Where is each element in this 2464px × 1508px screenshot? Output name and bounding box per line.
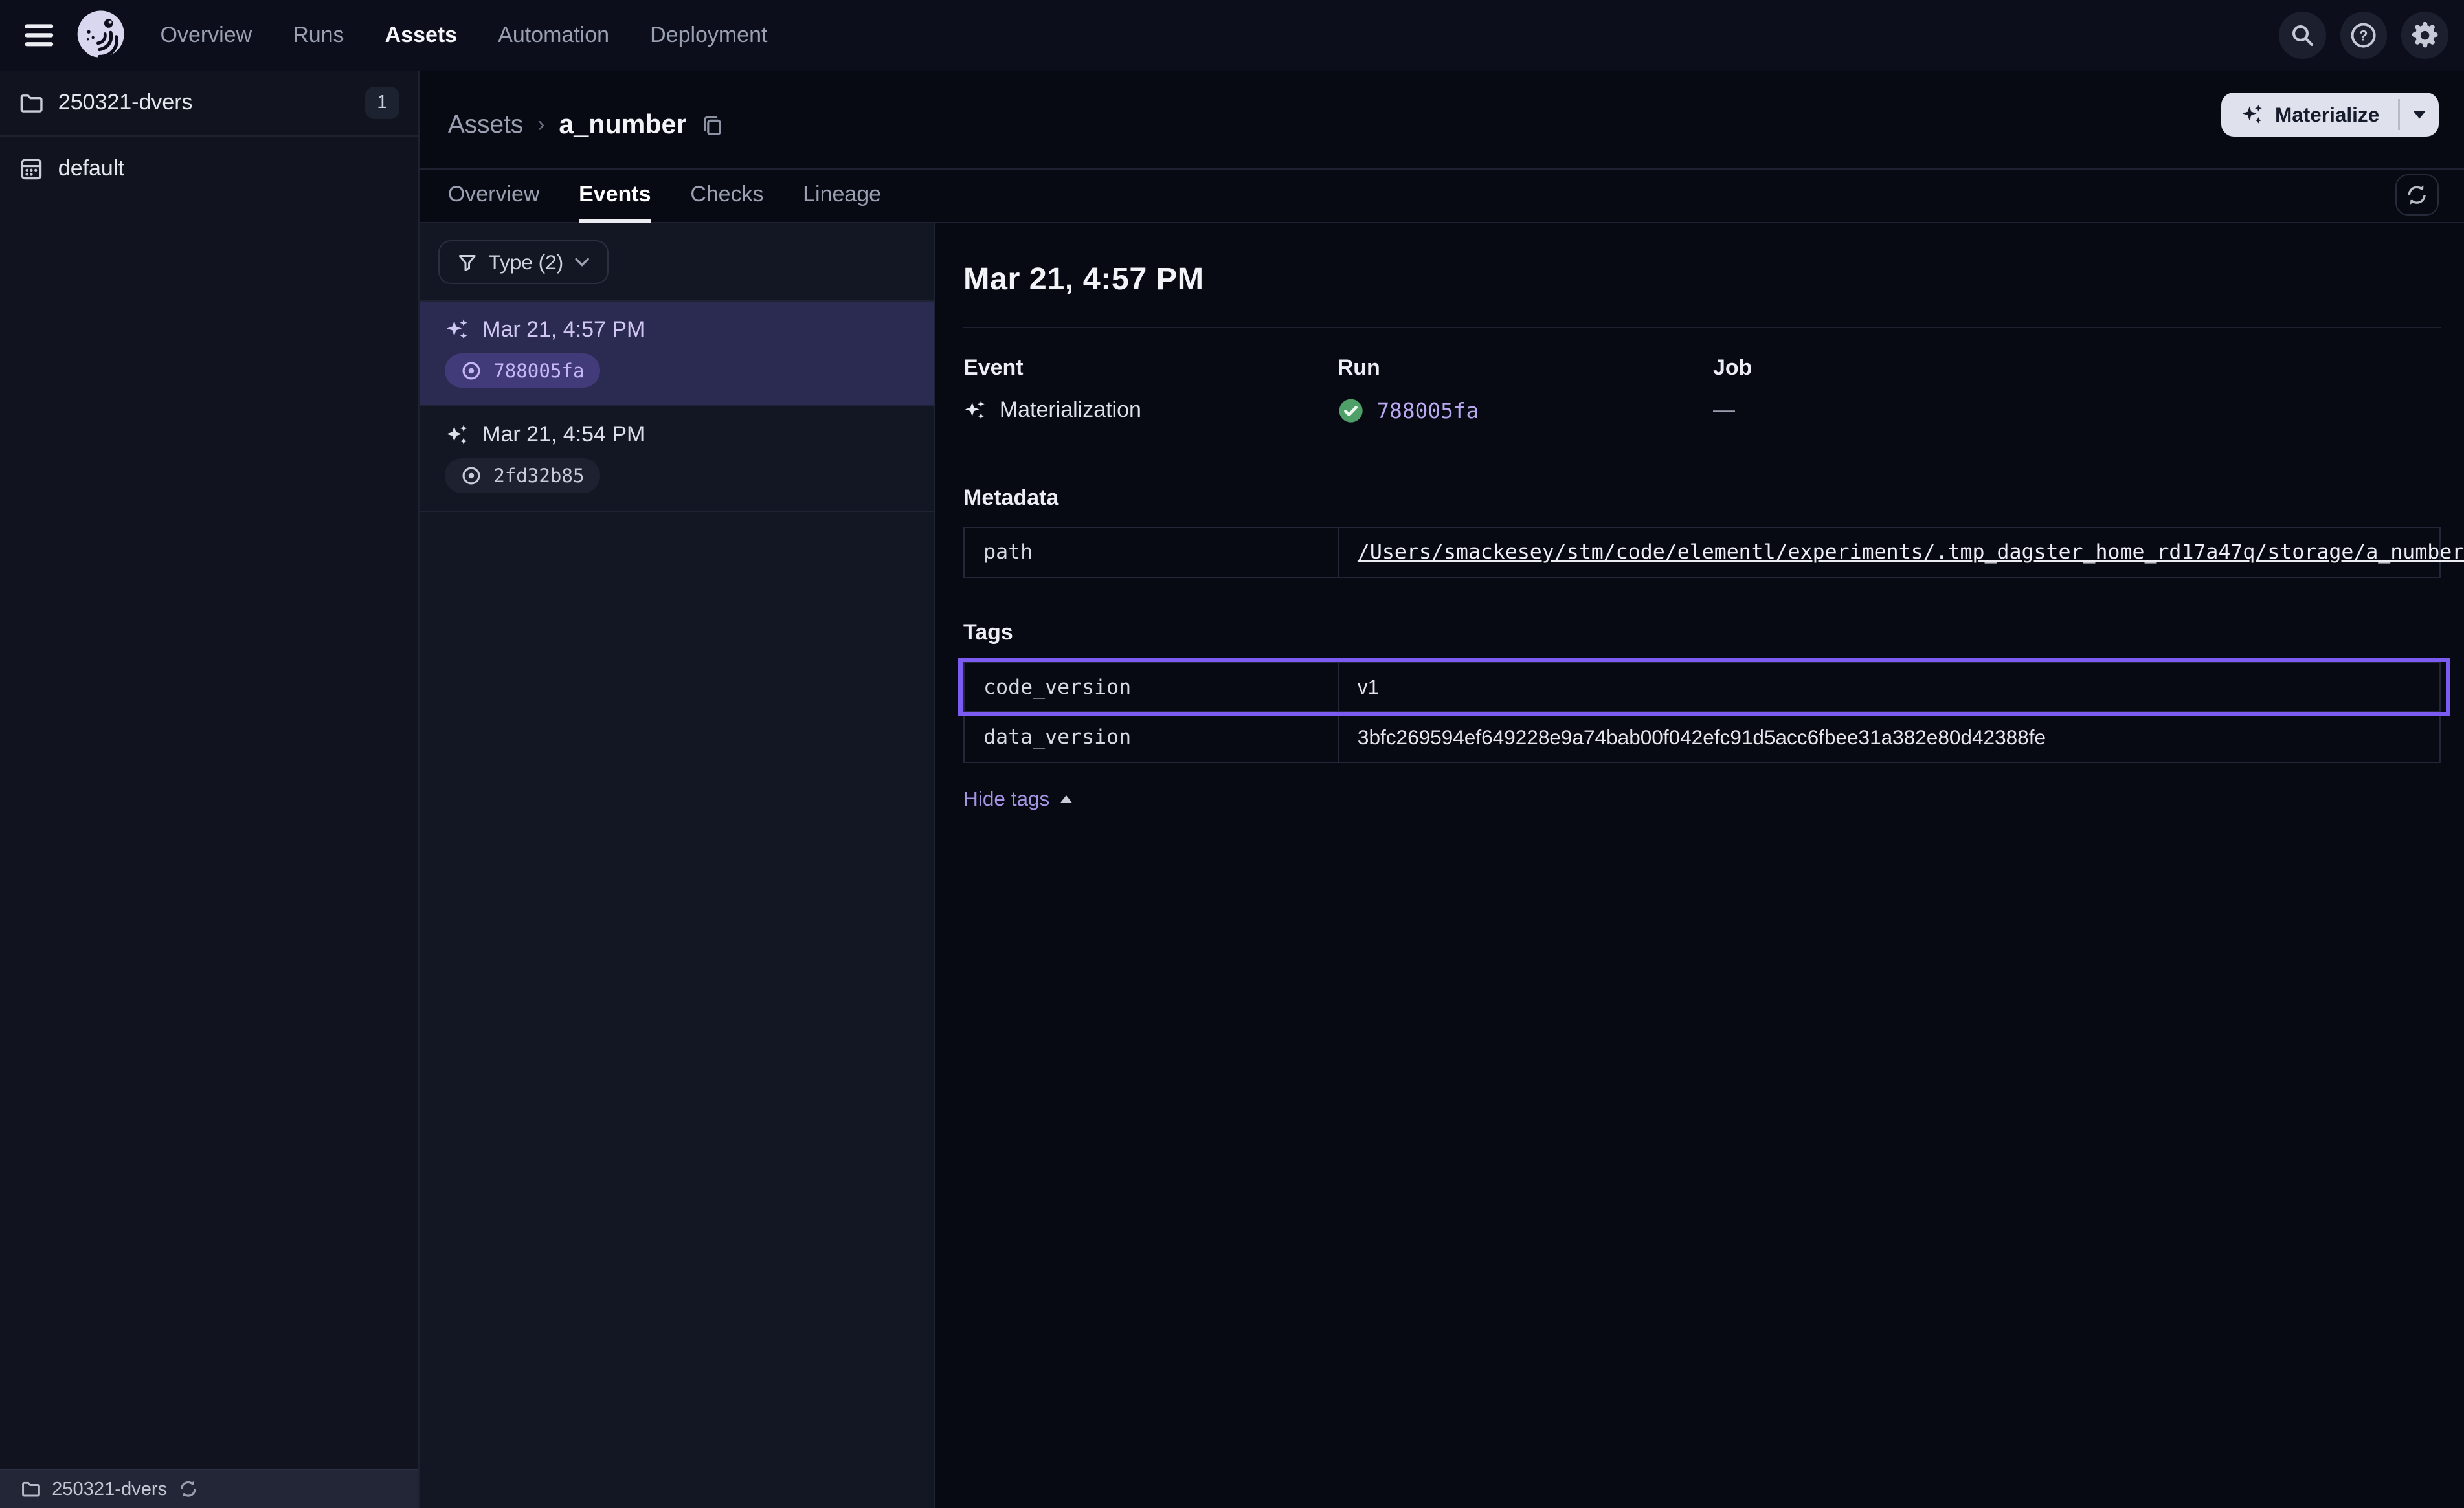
tag-value: v1 — [1339, 663, 2439, 712]
event-timestamp: Mar 21, 4:54 PM — [482, 422, 645, 447]
footer-code-location-label: 250321-dvers — [52, 1479, 167, 1500]
code-location-label: 250321-dvers — [58, 90, 351, 115]
circle-dot-icon — [460, 465, 482, 487]
run-id-badge[interactable]: 788005fa — [445, 353, 600, 388]
asset-group-label: default — [58, 156, 399, 181]
refresh-icon — [2405, 183, 2428, 206]
nav-item-deployment[interactable]: Deployment — [650, 23, 767, 48]
sparkle-icon — [445, 423, 470, 448]
tags-heading: Tags — [963, 620, 2441, 645]
refresh-button[interactable] — [2395, 174, 2439, 215]
event-column-header: Event — [963, 355, 1338, 381]
metadata-row: path /Users/smackesey/stm/code/elementl/… — [965, 528, 2439, 577]
run-id-link[interactable]: 788005fa — [1376, 399, 1479, 423]
dagster-logo-icon[interactable] — [73, 7, 129, 63]
nav-item-runs[interactable]: Runs — [293, 23, 344, 48]
breadcrumb: Assets › a_number Materialize — [420, 71, 2464, 152]
event-detail-title: Mar 21, 4:57 PM — [963, 261, 2441, 297]
event-type-label: Materialization — [1000, 397, 1141, 423]
event-timestamp: Mar 21, 4:57 PM — [482, 317, 645, 342]
reload-icon[interactable] — [178, 1479, 199, 1500]
detail-divider — [963, 327, 2441, 328]
event-list-item[interactable]: Mar 21, 4:54 PM 2fd32b85 — [420, 406, 934, 512]
tab-checks[interactable]: Checks — [690, 170, 763, 223]
svg-text:?: ? — [2359, 28, 2368, 44]
top-nav: Overview Runs Assets Automation Deployme… — [0, 0, 2464, 71]
hide-tags-label: Hide tags — [963, 787, 1049, 811]
sidebar-footer: 250321-dvers — [0, 1469, 418, 1508]
tags-table: code_version v1 data_version 3bfc269594e… — [963, 661, 2441, 764]
tab-lineage[interactable]: Lineage — [803, 170, 881, 223]
dagster-app: Overview Runs Assets Automation Deployme… — [0, 0, 2464, 1508]
metadata-heading: Metadata — [963, 485, 2441, 511]
job-value: — — [1713, 397, 1735, 423]
metadata-path-link[interactable]: /Users/smackesey/stm/code/elementl/exper… — [1358, 540, 2464, 564]
tag-row-data-version: data_version 3bfc269594ef649228e9a74bab0… — [965, 711, 2439, 762]
caret-up-icon — [1059, 793, 1073, 804]
filter-row: Type (2) — [420, 223, 934, 302]
breadcrumb-assets-link[interactable]: Assets — [448, 111, 524, 139]
nav-item-overview[interactable]: Overview — [161, 23, 252, 48]
caret-down-icon — [2412, 109, 2427, 120]
copy-asset-name-icon[interactable] — [700, 113, 724, 137]
nav-item-assets[interactable]: Assets — [385, 23, 457, 48]
job-column-header: Job — [1713, 355, 2441, 381]
run-column-header: Run — [1338, 355, 1713, 381]
folder-icon — [19, 91, 44, 116]
question-circle-icon: ? — [2350, 22, 2377, 49]
help-button[interactable]: ? — [2340, 12, 2388, 59]
search-button[interactable] — [2279, 12, 2326, 59]
tag-key: data_version — [965, 713, 1339, 762]
nav-item-automation[interactable]: Automation — [498, 23, 609, 48]
asset-tabs: Overview Events Checks Lineage — [420, 170, 2464, 223]
run-id-label: 788005fa — [493, 360, 584, 382]
filter-label: Type (2) — [488, 250, 563, 274]
event-list-item[interactable]: Mar 21, 4:57 PM 788005fa — [420, 302, 934, 407]
folder-icon — [21, 1479, 41, 1500]
sparkle-icon — [2241, 103, 2264, 126]
run-id-badge[interactable]: 2fd32b85 — [445, 458, 600, 493]
funnel-icon — [457, 252, 478, 273]
materialize-button[interactable]: Materialize — [2221, 93, 2439, 137]
sparkle-icon — [445, 317, 470, 342]
circle-dot-icon — [460, 360, 482, 382]
tag-key: code_version — [965, 663, 1339, 712]
sidebar-item-default-group[interactable]: default — [0, 137, 418, 201]
breadcrumb-separator: › — [537, 112, 544, 137]
asset-count-badge: 1 — [365, 87, 399, 120]
tag-row-code-version: code_version v1 — [965, 663, 2439, 712]
hide-tags-link[interactable]: Hide tags — [963, 787, 1073, 811]
sparkle-icon — [963, 399, 987, 422]
materialize-label: Materialize — [2275, 103, 2379, 127]
run-id-label: 2fd32b85 — [493, 465, 584, 487]
tab-overview[interactable]: Overview — [448, 170, 540, 223]
asset-group-icon — [19, 157, 44, 182]
tag-value: 3bfc269594ef649228e9a74bab00f042efc91d5a… — [1339, 713, 2439, 762]
event-summary-columns: Event Materialization Run 788005fa — [963, 355, 2441, 425]
main-area: Assets › a_number Materialize — [420, 71, 2464, 1508]
run-success-icon — [1338, 397, 1364, 424]
event-detail-panel: Mar 21, 4:57 PM Event Materialization Ru… — [935, 223, 2464, 1508]
settings-button[interactable] — [2401, 12, 2448, 59]
tab-events[interactable]: Events — [579, 170, 651, 223]
search-icon — [2290, 23, 2315, 48]
event-list-panel: Type (2) Mar 21, 4:57 PM 788005fa — [420, 223, 935, 1508]
materialize-dropdown-button[interactable] — [2400, 93, 2439, 137]
metadata-table: path /Users/smackesey/stm/code/elementl/… — [963, 527, 2441, 578]
metadata-key: path — [965, 528, 1339, 577]
page-title: a_number — [559, 109, 686, 140]
nav-links: Overview Runs Assets Automation Deployme… — [161, 23, 768, 48]
left-sidebar: 250321-dvers 1 default 250321-dvers — [0, 71, 420, 1508]
type-filter-button[interactable]: Type (2) — [438, 240, 609, 284]
sidebar-item-code-location[interactable]: 250321-dvers 1 — [0, 71, 418, 135]
gear-icon — [2412, 22, 2438, 49]
menu-icon[interactable] — [16, 12, 63, 59]
chevron-down-icon — [574, 257, 590, 268]
